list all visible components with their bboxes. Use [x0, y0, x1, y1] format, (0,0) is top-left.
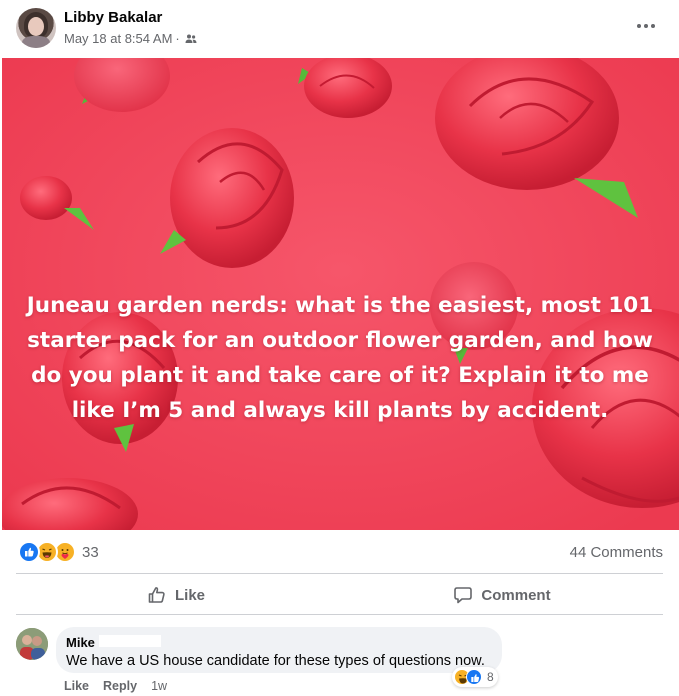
comment-button[interactable]: Comment	[342, 578, 662, 612]
commenter-avatar[interactable]	[16, 628, 48, 660]
more-options-button[interactable]	[630, 12, 662, 40]
comments-count-link[interactable]: 44 Comments	[570, 544, 663, 561]
reactions-summary[interactable]: 33	[18, 541, 99, 563]
friends-icon[interactable]	[185, 33, 197, 45]
post-text: Juneau garden nerds: what is the easiest…	[26, 293, 654, 423]
comment-reaction-count: 8	[487, 670, 494, 684]
like-reaction-icon	[18, 541, 40, 563]
post-background-image[interactable]: Juneau garden nerds: what is the easiest…	[2, 58, 679, 530]
comment-reactions[interactable]: 8	[452, 667, 498, 687]
divider	[16, 614, 663, 615]
like-reaction-icon	[466, 669, 482, 685]
author-name[interactable]: Libby Bakalar	[64, 9, 162, 26]
redacted-name	[99, 635, 161, 647]
post-card: Libby Bakalar May 18 at 8:54 AM · Juneau…	[0, 0, 679, 696]
reaction-count[interactable]: 33	[82, 544, 99, 561]
comment-text: We have a US house candidate for these t…	[66, 653, 485, 669]
comment-bubble-icon	[454, 587, 473, 604]
author-avatar[interactable]	[16, 8, 56, 48]
post-header: Libby Bakalar May 18 at 8:54 AM ·	[0, 0, 679, 58]
thumbs-up-icon	[148, 587, 165, 603]
comment-like-link[interactable]: Like	[64, 679, 89, 693]
comment-button-label: Comment	[481, 586, 551, 604]
meta-separator: ·	[175, 31, 180, 46]
comment-actions: Like Reply 1w	[64, 679, 167, 693]
post-meta: May 18 at 8:54 AM ·	[64, 31, 197, 46]
divider	[16, 573, 663, 574]
like-button-label: Like	[174, 586, 205, 604]
post-timestamp[interactable]: May 18 at 8:54 AM	[64, 31, 172, 46]
comment-reply-link[interactable]: Reply	[103, 679, 137, 693]
commenter-name[interactable]: Mike	[66, 635, 95, 650]
comment-bubble: Mike We have a US house candidate for th…	[56, 627, 502, 673]
comment-timestamp[interactable]: 1w	[151, 679, 167, 693]
like-button[interactable]: Like	[16, 578, 336, 612]
ellipsis-icon	[637, 24, 655, 28]
